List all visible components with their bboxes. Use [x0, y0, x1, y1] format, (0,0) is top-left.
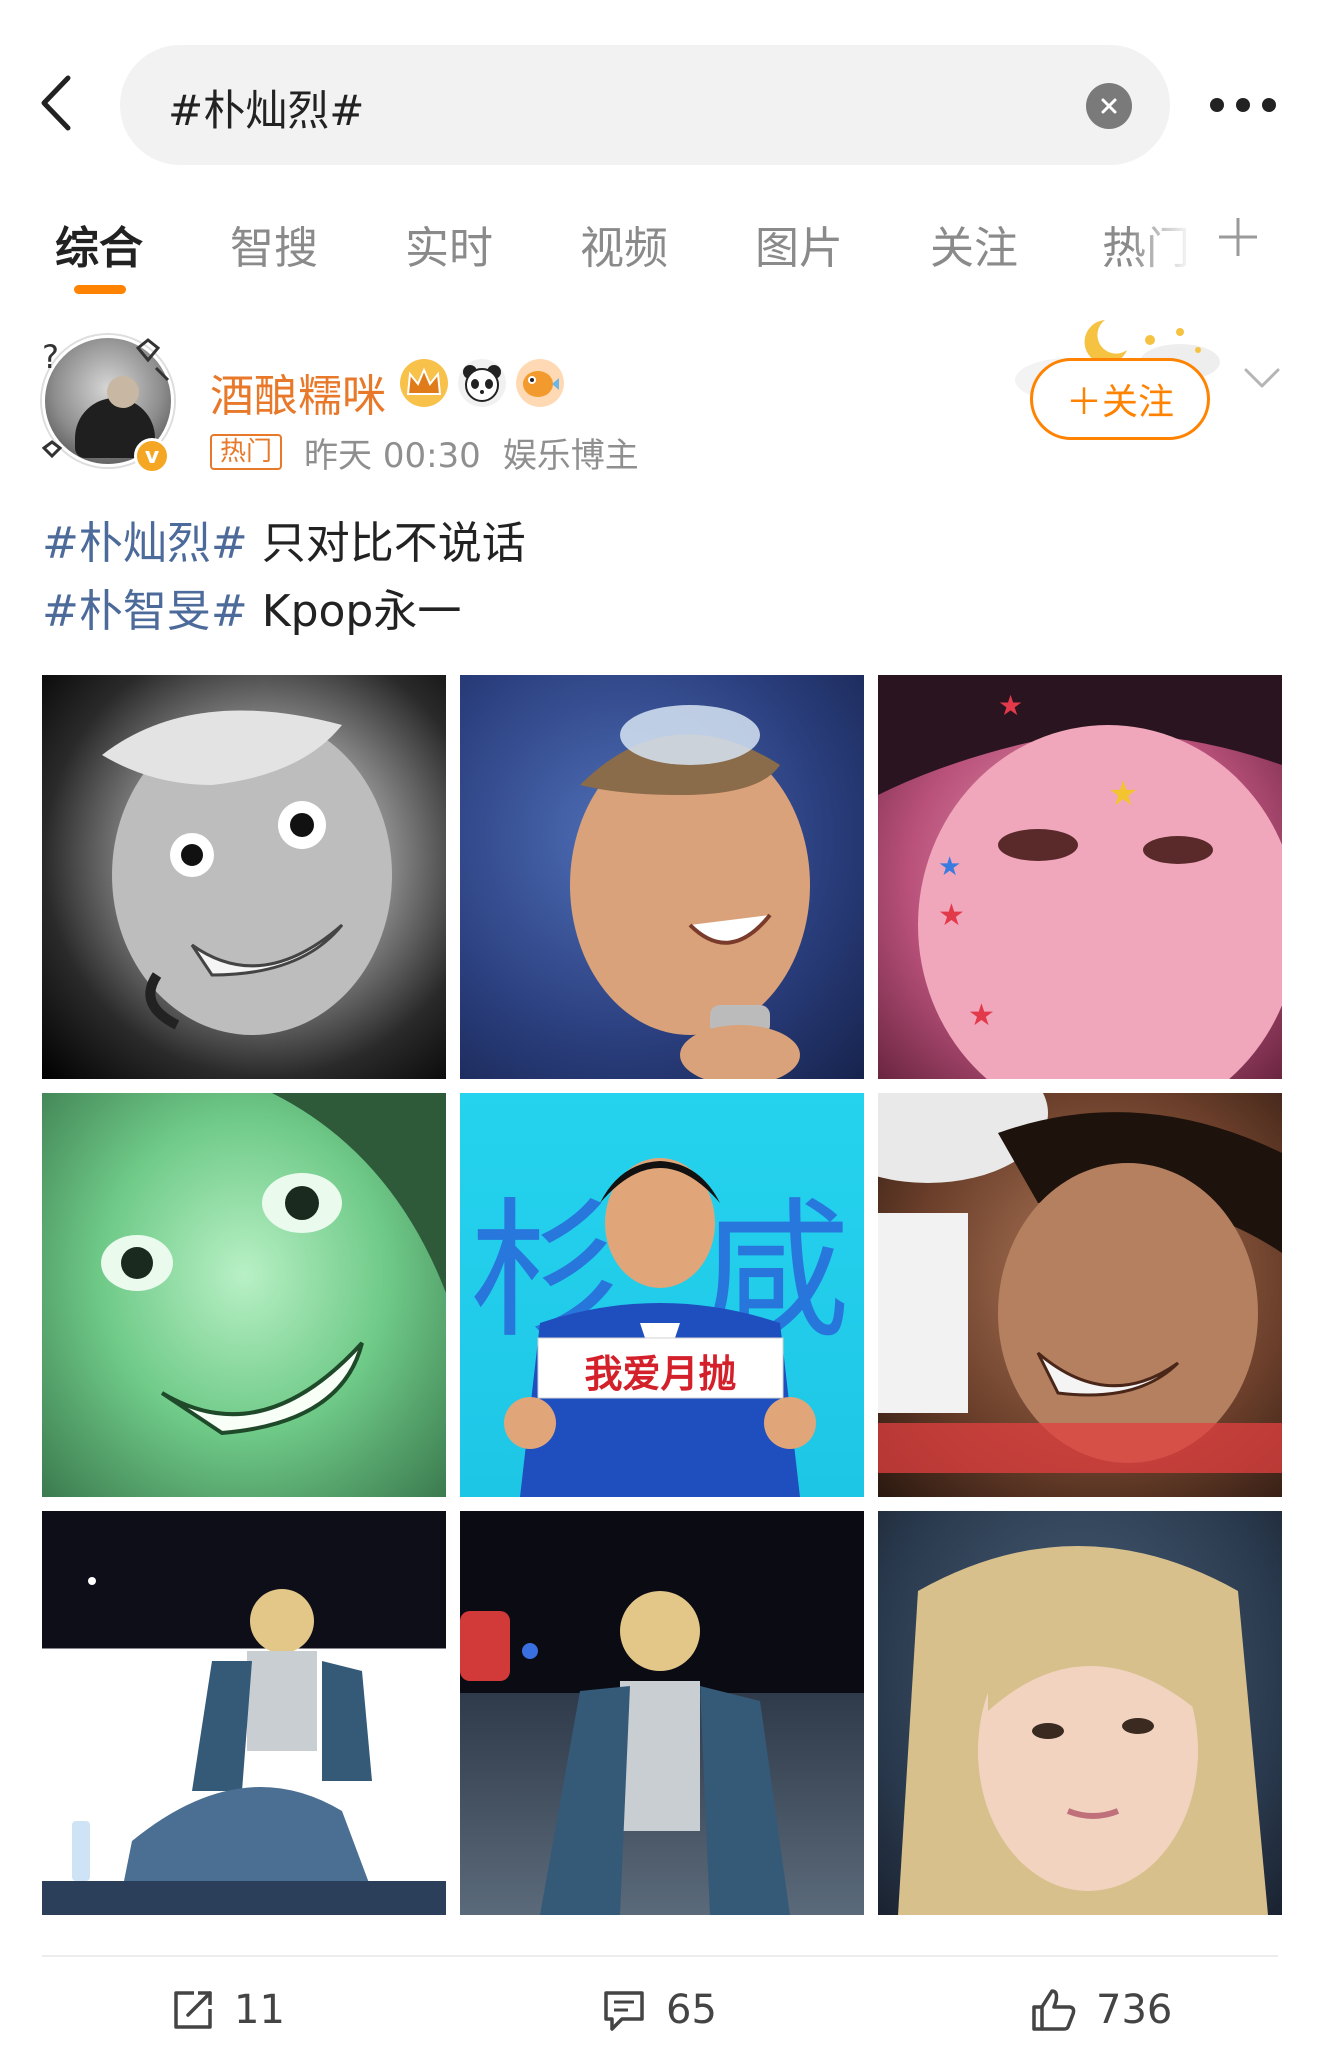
hashtag-link[interactable]: #朴灿烈# — [42, 518, 248, 569]
post-body: #朴灿烈# 只对比不说话 #朴智旻# Kpop永一 — [42, 510, 526, 646]
add-tab-button[interactable] — [1213, 212, 1263, 262]
seated-performer-photo — [42, 1577, 446, 1915]
meme-caption: 我爱月抛 — [584, 1352, 737, 1396]
post-line: #朴智旻# Kpop永一 — [42, 578, 526, 646]
like-count: 736 — [1096, 1987, 1173, 2033]
post-image[interactable] — [42, 1511, 446, 1915]
post-meta: 热门 昨天 00:30 娱乐博主 — [210, 428, 639, 476]
tabs-fade-overlay — [1130, 200, 1220, 290]
search-input[interactable]: #朴灿烈# — [120, 45, 1170, 165]
chevron-left-icon — [41, 75, 71, 131]
post-menu-button[interactable] — [1242, 364, 1282, 394]
performer-close-up-photo — [898, 1546, 1268, 1915]
pufferfish-badge-icon[interactable] — [516, 359, 564, 407]
laughing-close-up-photo — [878, 1093, 1282, 1473]
pink-close-up-photo: ★ ★ ★ ★ ★ — [878, 675, 1282, 1079]
post-image[interactable] — [878, 1511, 1282, 1915]
svg-text:★: ★ — [1108, 774, 1138, 814]
green-grin-photo — [101, 1093, 446, 1436]
image-grid: ★ ★ ★ ★ ★ 杉 咸 我爱月抛 — [42, 675, 1282, 1915]
post-line-text: 只对比不说话 — [247, 518, 526, 569]
active-tab-indicator — [74, 285, 126, 294]
post-image[interactable] — [460, 675, 864, 1079]
crown-badge-icon[interactable] — [400, 359, 448, 407]
author-category: 娱乐博主 — [502, 435, 639, 476]
post-image[interactable]: 杉 咸 我爱月抛 — [460, 1093, 864, 1497]
post-line: #朴灿烈# 只对比不说话 — [42, 510, 526, 578]
post-image[interactable] — [460, 1511, 864, 1915]
tab-following[interactable]: 关注 — [930, 212, 1018, 276]
post-time: 昨天 00:30 — [304, 435, 481, 476]
post-image[interactable] — [42, 675, 446, 1079]
comment-button[interactable]: 65 — [600, 1975, 717, 2045]
search-tabs: 综合 智搜 实时 视频 图片 关注 热门 — [0, 200, 1320, 300]
chevron-down-icon — [1244, 368, 1280, 388]
tab-all[interactable]: 综合 — [55, 212, 143, 276]
back-button[interactable] — [30, 68, 80, 138]
tab-smart-search[interactable]: 智搜 — [230, 212, 318, 276]
hot-tag: 热门 — [210, 434, 283, 470]
search-query-text: #朴灿烈# — [168, 86, 365, 135]
standing-performer-photo — [460, 1591, 790, 1915]
grayscale-face-photo — [102, 710, 392, 1035]
dot-icon — [1210, 98, 1224, 112]
tab-video[interactable]: 视频 — [580, 212, 668, 276]
svg-text:?: ? — [42, 338, 59, 376]
like-button[interactable]: 736 — [1030, 1975, 1172, 2045]
dot-icon — [1236, 98, 1250, 112]
repost-button[interactable]: 11 — [170, 1975, 285, 2045]
panda-badge-icon[interactable] — [458, 359, 506, 407]
search-header: #朴灿烈# — [0, 0, 1320, 175]
svg-text:★: ★ — [998, 689, 1023, 722]
post-image[interactable] — [42, 1093, 446, 1497]
tab-images[interactable]: 图片 — [755, 212, 843, 276]
action-divider — [42, 1955, 1278, 1957]
post-line-text: Kpop永一 — [247, 586, 462, 637]
plus-icon — [1219, 218, 1257, 256]
post-image[interactable] — [878, 1093, 1282, 1497]
svg-text:★: ★ — [938, 898, 965, 933]
meme-thumbs-up-photo: 杉 咸 — [470, 1158, 850, 1497]
comment-icon — [604, 1991, 644, 2031]
stage-singer-photo — [570, 705, 810, 1079]
author-badges — [400, 358, 564, 408]
svg-text:★: ★ — [938, 852, 961, 882]
repost-icon — [174, 1991, 212, 2029]
tab-realtime[interactable]: 实时 — [405, 212, 493, 276]
thumbs-up-icon — [1032, 1989, 1076, 2031]
post-image[interactable]: ★ ★ ★ ★ ★ — [878, 675, 1282, 1079]
clear-search-button[interactable] — [1086, 83, 1132, 129]
author-name[interactable]: 酒酿糯咪 — [210, 360, 386, 424]
follow-button[interactable]: ＋关注 — [1030, 358, 1210, 440]
hashtag-link[interactable]: #朴智旻# — [42, 586, 248, 637]
dot-icon — [1262, 98, 1276, 112]
close-icon — [1101, 98, 1117, 114]
svg-text:★: ★ — [968, 998, 995, 1033]
more-options-button[interactable] — [1208, 88, 1278, 122]
repost-count: 11 — [234, 1987, 285, 2033]
comment-count: 65 — [666, 1987, 717, 2033]
verified-badge-icon: v — [134, 438, 170, 474]
